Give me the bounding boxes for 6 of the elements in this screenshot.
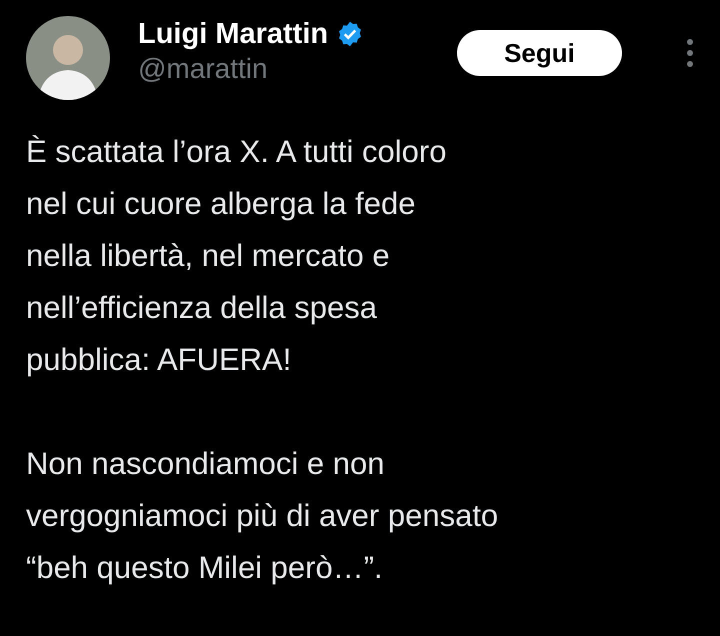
follow-button[interactable]: Segui: [457, 30, 622, 76]
author-name[interactable]: Luigi Marattin: [138, 16, 328, 52]
tweet-paragraph: È scattata l’ora X. A tutti coloro nel cui cuore alberga la fede nella libertà, nel mercato e nell’efficienza della spesa pubblica: AFUERA!: [26, 133, 448, 379]
author-handle[interactable]: @marattin: [138, 52, 364, 86]
more-options-icon[interactable]: [686, 38, 694, 68]
tweet-paragraph: Non nascondiamoci e non vergogniamoci più di aver pensato “beh questo Milei però…”.: [26, 445, 500, 587]
